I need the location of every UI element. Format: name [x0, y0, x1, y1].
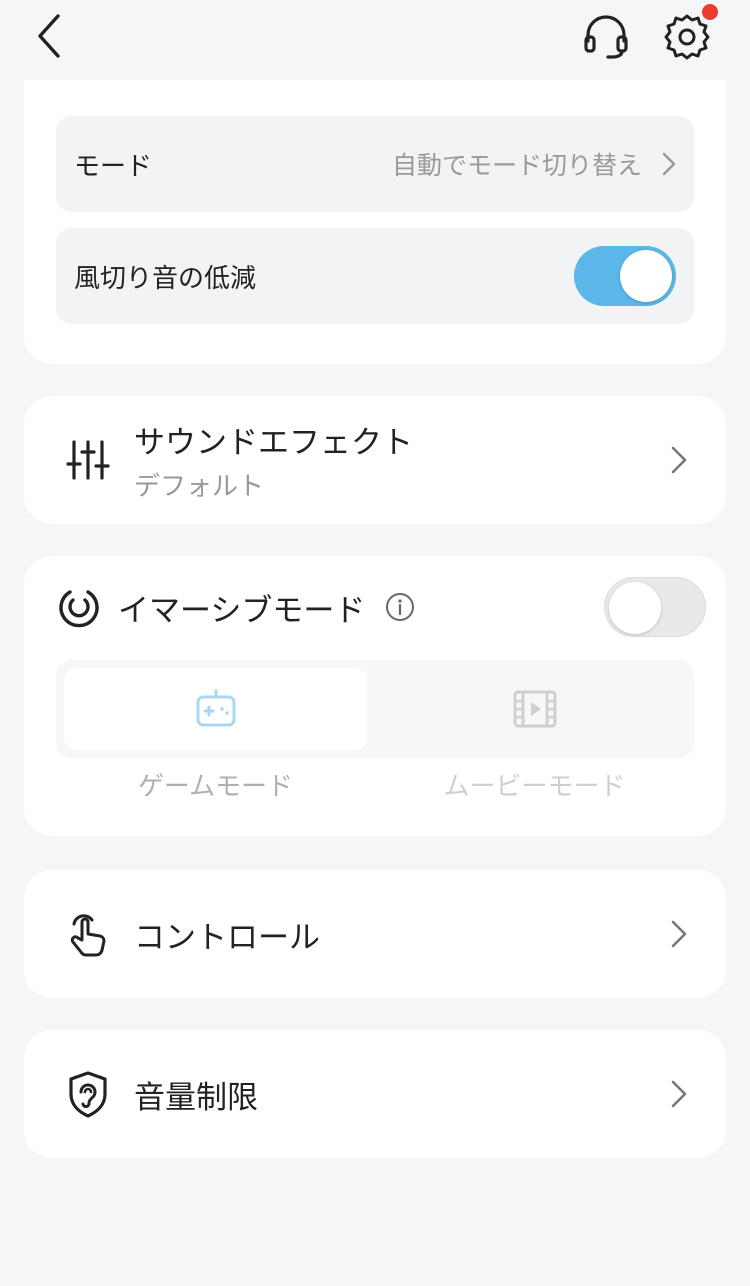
mode-label: モード: [74, 151, 153, 182]
sound-effect-title: サウンドエフェクト: [134, 425, 413, 461]
back-button[interactable]: [24, 10, 74, 62]
notification-badge: [702, 4, 718, 20]
ear-shield-icon: [62, 1068, 114, 1120]
sound-effect-value: デフォルト: [134, 472, 265, 502]
chevron-left-icon: [38, 14, 60, 58]
gear-icon: [664, 14, 710, 60]
controls-title: コントロール: [134, 919, 320, 956]
info-button[interactable]: [385, 592, 415, 622]
movie-mode-label: ムービーモード: [443, 772, 626, 802]
immersive-mode-toggle[interactable]: [604, 577, 706, 637]
toggle-knob: [620, 250, 672, 302]
wind-noise-toggle[interactable]: [574, 246, 676, 306]
film-icon: [513, 690, 556, 728]
wind-noise-label: 風切り音の低減: [74, 263, 257, 294]
chevron-right-icon: [670, 1079, 688, 1109]
volume-limit-card[interactable]: 音量制限: [24, 1030, 726, 1158]
immersive-ring-icon: [59, 590, 99, 628]
game-mode-option[interactable]: [64, 668, 367, 750]
mode-row[interactable]: モード 自動でモード切り替え: [56, 116, 694, 212]
movie-mode-option[interactable]: [383, 668, 686, 750]
chevron-right-icon: [670, 919, 688, 949]
chevron-right-icon: [662, 152, 676, 176]
top-bar: [0, 0, 750, 80]
headset-icon: [584, 15, 628, 59]
info-icon: [386, 593, 415, 621]
immersive-mode-card: イマーシブモード ゲームモード ムービーモード: [24, 556, 726, 836]
immersive-mode-selector: [56, 660, 694, 758]
game-mode-label: ゲームモード: [137, 772, 294, 802]
wind-noise-row: 風切り音の低減: [56, 228, 694, 324]
chevron-right-icon: [670, 445, 688, 475]
controls-card[interactable]: コントロール: [24, 870, 726, 998]
support-button[interactable]: [578, 10, 634, 64]
toggle-knob: [609, 582, 661, 634]
sound-effect-card[interactable]: サウンドエフェクト デフォルト: [24, 396, 726, 524]
mode-value: 自動でモード切り替え: [391, 151, 642, 180]
equalizer-sliders-icon: [62, 434, 114, 486]
gamepad-icon: [196, 689, 235, 727]
touch-finger-icon: [62, 908, 114, 960]
audio-settings-card: モード 自動でモード切り替え 風切り音の低減: [24, 80, 726, 364]
volume-limit-title: 音量制限: [134, 1079, 258, 1116]
immersive-mode-title: イマーシブモード: [118, 592, 366, 629]
